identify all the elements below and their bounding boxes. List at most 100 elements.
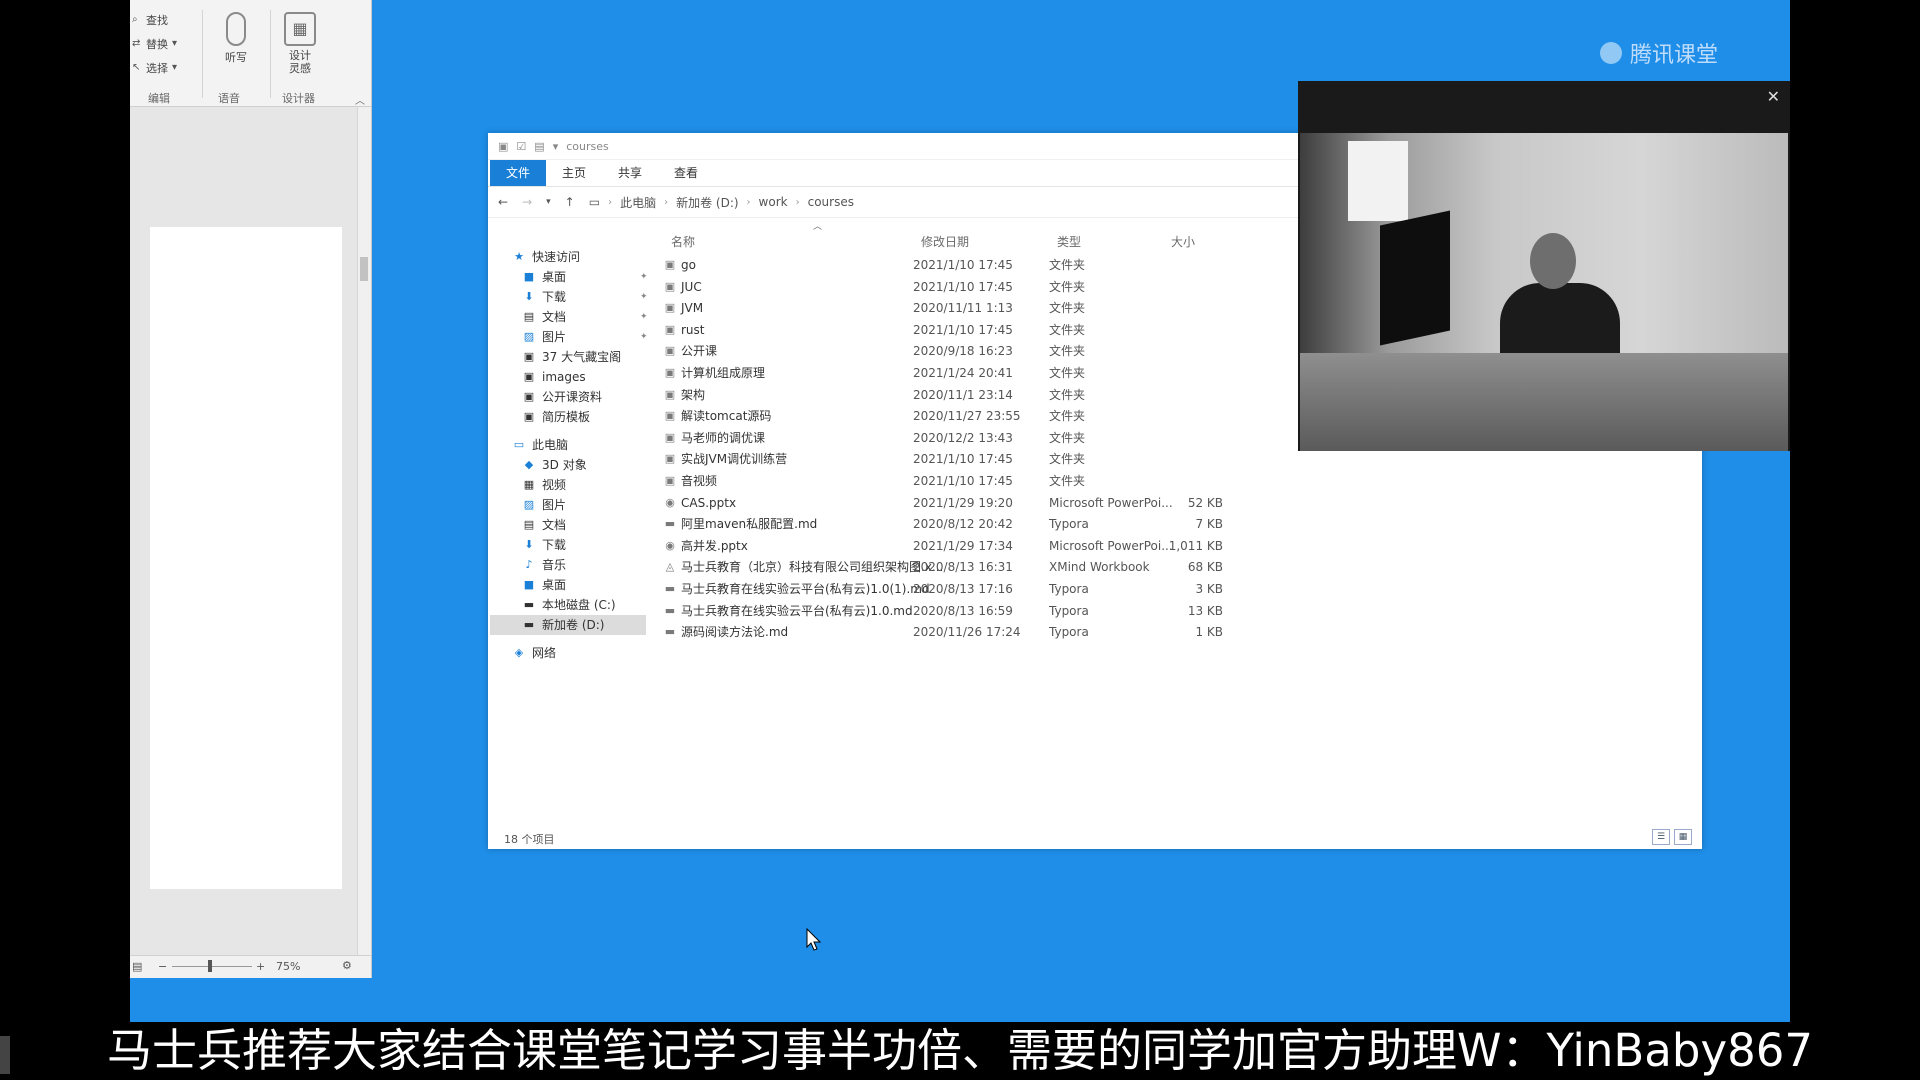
designer-button[interactable]: ▦ 设计 灵感 bbox=[276, 12, 324, 75]
document-page[interactable] bbox=[150, 227, 342, 889]
new-folder-icon[interactable]: ▤ bbox=[534, 140, 544, 153]
replace-button[interactable]: ⇄ 替换 ▾ bbox=[132, 36, 182, 52]
collapse-ribbon-icon[interactable]: ︿ bbox=[355, 92, 365, 107]
pin-icon[interactable]: ✦ bbox=[640, 327, 648, 347]
nav-downloads[interactable]: ⬇ 下载 ✦ bbox=[522, 287, 647, 307]
breadcrumb[interactable]: ▭ › 此电脑 › 新加卷 (D:) › work › courses bbox=[589, 194, 854, 211]
column-header-date[interactable]: 修改日期 bbox=[921, 233, 969, 250]
back-arrow-icon[interactable]: ← bbox=[498, 195, 508, 209]
nav-documents[interactable]: ▤ 文档 bbox=[522, 515, 566, 535]
file-date: 2020/11/11 1:13 bbox=[913, 301, 1013, 316]
file-size: 13 KB bbox=[1187, 603, 1223, 618]
folder-icon: ▣ bbox=[523, 370, 535, 383]
large-icons-view-icon[interactable]: ▦ bbox=[1674, 829, 1692, 845]
zoom-in-button[interactable]: + bbox=[256, 960, 265, 973]
video-icon: ▦ bbox=[523, 478, 535, 491]
music-icon: ♪ bbox=[525, 558, 533, 571]
nav-3d-objects[interactable]: ◆ 3D 对象 bbox=[522, 455, 587, 475]
zoom-out-button[interactable]: − bbox=[158, 960, 167, 973]
file-type: 文件夹 bbox=[1049, 452, 1086, 467]
file-name: 马士兵教育在线实验云平台(私有云)1.0(1).md bbox=[681, 582, 930, 596]
vertical-scrollbar[interactable] bbox=[357, 107, 371, 967]
select-icon: ↖ bbox=[132, 62, 141, 73]
file-type: Typora bbox=[1049, 603, 1089, 618]
nav-downloads[interactable]: ⬇ 下载 bbox=[522, 535, 566, 555]
column-header-size[interactable]: 大小 bbox=[1171, 233, 1195, 250]
nav-folder[interactable]: ▣ 简历模板 bbox=[522, 407, 590, 427]
column-header-type[interactable]: 类型 bbox=[1057, 233, 1081, 250]
file-row[interactable]: ▣ 实战JVM调优训练营 2021/1/10 17:45 文件夹 bbox=[663, 449, 1693, 469]
tab-view[interactable]: 查看 bbox=[658, 160, 714, 186]
scrollbar-thumb[interactable] bbox=[360, 257, 368, 281]
zoom-level[interactable]: 75% bbox=[276, 960, 300, 973]
file-type: Typora bbox=[1049, 517, 1089, 532]
tab-home[interactable]: 主页 bbox=[546, 160, 602, 186]
pin-icon[interactable]: ✦ bbox=[640, 287, 648, 307]
folder-icon: ▣ bbox=[664, 452, 676, 466]
find-button[interactable]: ⌕ 查找 bbox=[132, 12, 168, 28]
folder-icon: ▣ bbox=[664, 344, 676, 358]
nav-this-pc[interactable]: ▭ 此电脑 bbox=[512, 435, 568, 455]
breadcrumb-courses[interactable]: courses bbox=[808, 195, 854, 209]
nav-desktop[interactable]: ■ 桌面 bbox=[522, 575, 566, 595]
nav-documents[interactable]: ▤ 文档 ✦ bbox=[522, 307, 648, 327]
nav-folder[interactable]: ▣ 公开课资料 bbox=[522, 387, 602, 407]
file-type: XMind Workbook bbox=[1049, 560, 1150, 575]
folder-icon: ▣ bbox=[664, 366, 676, 379]
file-size: 68 KB bbox=[1187, 560, 1223, 575]
file-row[interactable]: ▣ 音视频 2021/1/10 17:45 文件夹 bbox=[663, 471, 1693, 491]
folder-icon: ▣ bbox=[664, 322, 676, 336]
word-statusbar: ▤ − + 75% ⚙ bbox=[130, 955, 371, 978]
file-row[interactable]: ◉ 高并发.pptx 2021/1/29 17:34 Microsoft PowerP… bbox=[663, 536, 1693, 556]
webcam-video bbox=[1300, 133, 1788, 451]
file-row[interactable]: ▬ 马士兵教育在线实验云平台(私有云)1.0(1).md 2020/8/13 17:… bbox=[663, 579, 1693, 599]
zoom-slider[interactable] bbox=[172, 966, 252, 967]
pin-icon[interactable]: ✦ bbox=[640, 307, 648, 327]
file-row[interactable]: ▬ 源码阅读方法论.md 2020/11/26 17:24 Typora 1 KB bbox=[663, 622, 1693, 642]
properties-icon[interactable]: ☑ bbox=[516, 140, 526, 153]
nav-drive-c[interactable]: ▬ 本地磁盘 (C:) bbox=[522, 595, 616, 615]
up-arrow-icon[interactable]: ↑ bbox=[565, 195, 575, 209]
breadcrumb-this-pc[interactable]: 此电脑 bbox=[620, 194, 656, 211]
nav-drive-d[interactable]: ▬ 新加卷 (D:) bbox=[490, 615, 646, 635]
details-view-icon[interactable]: ☰ bbox=[1652, 829, 1670, 845]
nav-quick-access[interactable]: ★ 快速访问 bbox=[512, 247, 580, 267]
nav-folder[interactable]: ▣ images bbox=[522, 367, 586, 387]
recent-locations-icon[interactable]: ▾ bbox=[546, 197, 551, 207]
column-header-name[interactable]: 名称 bbox=[671, 233, 695, 250]
file-type: 文件夹 bbox=[1049, 474, 1086, 488]
gear-icon[interactable]: ⚙ bbox=[342, 959, 352, 972]
nav-music[interactable]: ♪ 音乐 bbox=[522, 555, 566, 575]
breadcrumb-drive-d[interactable]: 新加卷 (D:) bbox=[676, 194, 738, 211]
file-type: 文件夹 bbox=[1049, 322, 1086, 337]
nav-desktop[interactable]: ■ 桌面 ✦ bbox=[522, 267, 648, 287]
file-name: rust bbox=[681, 322, 705, 337]
nav-network[interactable]: ◈ 网络 bbox=[512, 643, 556, 663]
layout-icon[interactable]: ▤ bbox=[132, 960, 142, 973]
select-button[interactable]: ↖ 选择 ▾ bbox=[132, 60, 182, 76]
tab-share[interactable]: 共享 bbox=[602, 160, 658, 186]
close-icon[interactable]: ✕ bbox=[1767, 87, 1780, 106]
pin-icon[interactable]: ✦ bbox=[640, 267, 648, 287]
file-name: go bbox=[681, 258, 696, 272]
file-row[interactable]: ▬ 马士兵教育在线实验云平台(私有云)1.0.md 2020/8/13 16:59 T… bbox=[663, 601, 1693, 621]
file-row[interactable]: ▬ 阿里maven私服配置.md 2020/8/12 20:42 Typora 7 KB bbox=[663, 514, 1693, 534]
chevron-right-icon: › bbox=[664, 196, 669, 208]
nav-label: 图片 bbox=[542, 498, 567, 512]
nav-folder[interactable]: ▣ 37 大气藏宝阁 bbox=[522, 347, 621, 367]
nav-label: 视频 bbox=[542, 478, 567, 492]
forward-arrow-icon[interactable]: → bbox=[522, 195, 532, 209]
nav-pictures[interactable]: ▨ 图片 bbox=[522, 495, 566, 515]
tencent-classroom-logo: 腾讯课堂 bbox=[1600, 37, 1718, 69]
dictate-button[interactable]: 听写 bbox=[212, 12, 260, 65]
ribbon-divider bbox=[202, 10, 203, 98]
zoom-slider-thumb[interactable] bbox=[208, 960, 212, 972]
chevron-down-icon[interactable]: ▾ bbox=[553, 140, 559, 153]
file-row[interactable]: ◬ 马士兵教育（北京）科技有限公司组织架构图.x... 2020/8/13 16:3… bbox=[663, 557, 1693, 577]
nav-pictures[interactable]: ▨ 图片 ✦ bbox=[522, 327, 648, 347]
tab-file[interactable]: 文件 bbox=[490, 160, 547, 186]
md-icon: ▬ bbox=[664, 625, 676, 639]
breadcrumb-work[interactable]: work bbox=[759, 195, 788, 209]
file-row[interactable]: ◉ CAS.pptx 2021/1/29 19:20 Microsoft PowerP… bbox=[663, 493, 1693, 513]
nav-videos[interactable]: ▦ 视频 bbox=[522, 475, 566, 495]
